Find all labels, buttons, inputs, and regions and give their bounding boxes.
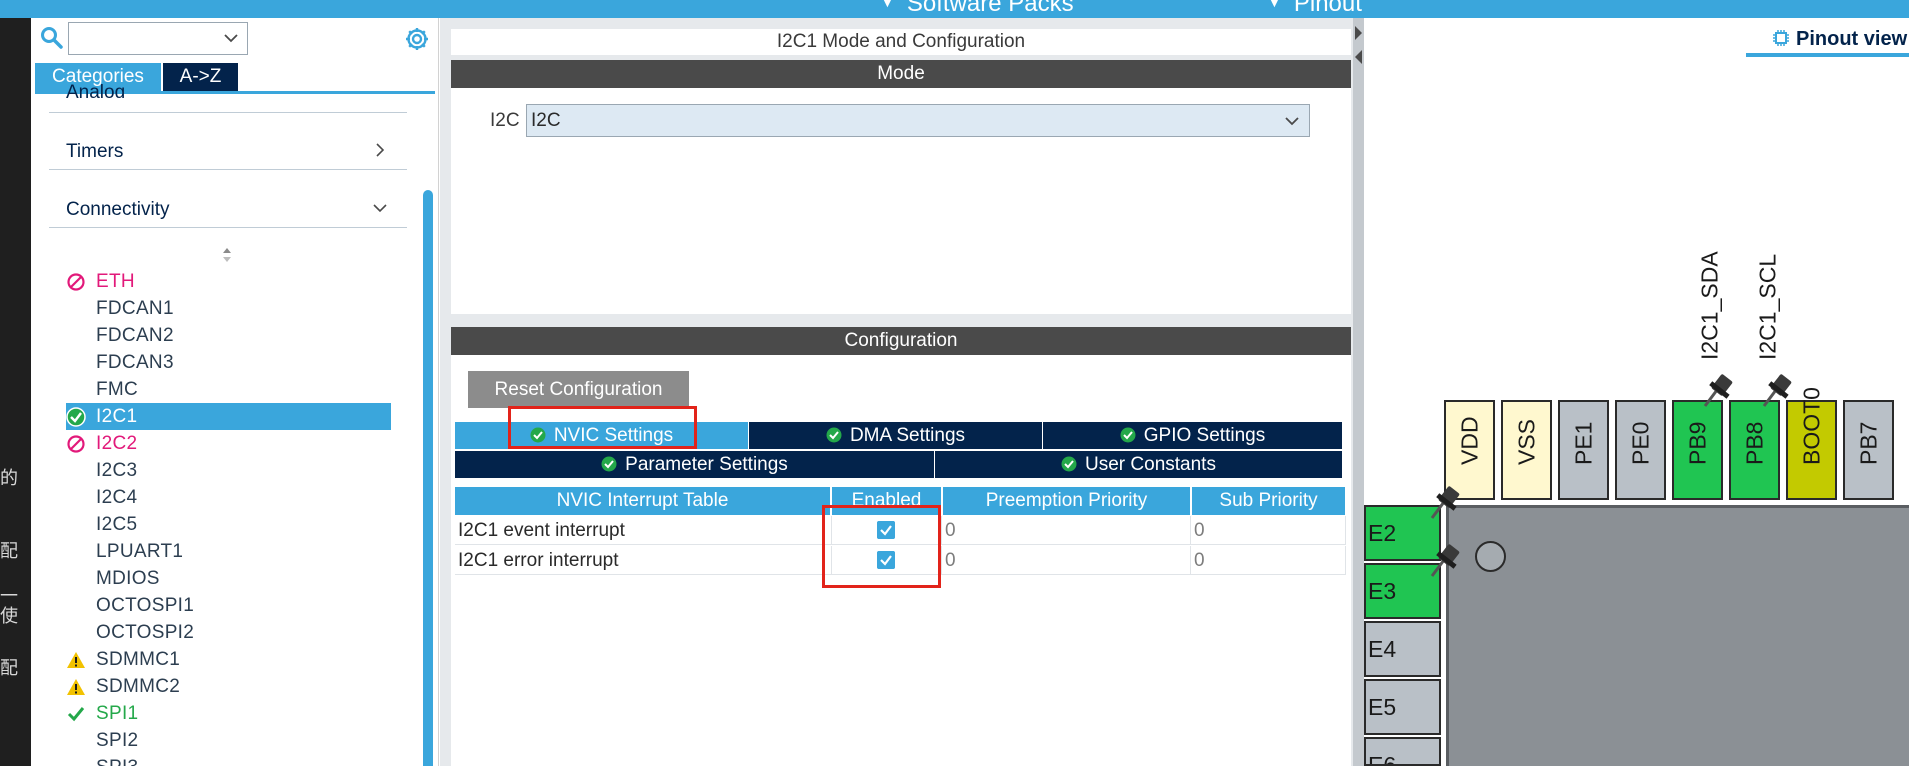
pushpin-icon (1430, 544, 1460, 577)
list-item-sdmmc2[interactable]: SDMMC2 (66, 673, 391, 700)
pin-pe4[interactable]: E4 (1364, 621, 1441, 677)
pushpin-icon (1430, 486, 1460, 519)
reset-configuration-button[interactable]: Reset Configuration (468, 371, 689, 408)
check-icon (67, 707, 85, 722)
column-header-sub-priority[interactable]: Sub Priority (1192, 487, 1345, 515)
list-item-octospi1[interactable]: OCTOSPI1 (66, 592, 391, 619)
check-circle-icon (1061, 456, 1077, 472)
list-item-i2c2[interactable]: I2C2 (66, 430, 391, 457)
menu-pinout[interactable]: ▼ Pinout (1267, 0, 1362, 16)
pin-pb7[interactable]: PB7 (1843, 400, 1894, 500)
background-window-strip (0, 18, 31, 766)
background-text-fragment: 配 (0, 658, 18, 678)
category-label: Timers (66, 141, 124, 162)
list-item-fdcan2[interactable]: FDCAN2 (66, 322, 391, 349)
check-circle-icon (66, 407, 86, 427)
background-text-fragment: 一使 (0, 586, 18, 626)
background-text-fragment: 的 (0, 468, 18, 488)
chevron-down-icon (1285, 117, 1299, 126)
list-item-fmc[interactable]: FMC (66, 376, 391, 403)
table-cell-preemption[interactable]: 0 (942, 546, 1191, 575)
disabled-icon (67, 273, 85, 291)
pin-pe6[interactable]: E6 (1364, 737, 1441, 766)
background-text-fragment: 配 (0, 541, 18, 561)
chip-body (1446, 505, 1909, 766)
pushpin-icon (1703, 374, 1733, 407)
i2c-mode-value: I2C (531, 110, 561, 131)
pin1-marker (1475, 541, 1506, 572)
collapse-left-icon[interactable] (1353, 22, 1364, 44)
mode-header: Mode (451, 60, 1351, 88)
list-item-spi1[interactable]: SPI1 (66, 700, 391, 727)
search-text[interactable] (71, 25, 211, 52)
category-label: Connectivity (66, 199, 170, 220)
category-connectivity[interactable]: Connectivity (49, 170, 407, 228)
check-circle-icon (1120, 427, 1136, 443)
column-header-interrupt[interactable]: NVIC Interrupt Table (455, 487, 830, 515)
tab-parameter-settings[interactable]: Parameter Settings (455, 451, 934, 478)
chevron-down-icon (373, 204, 387, 213)
pinout-view-tab[interactable]: Pinout view (1772, 28, 1907, 56)
warning-icon (67, 679, 85, 695)
category-analog[interactable]: Analog (66, 84, 125, 98)
gear-icon[interactable] (404, 26, 430, 52)
chevron-right-icon (376, 143, 385, 157)
chip-icon (1773, 30, 1789, 46)
list-item-fdcan3[interactable]: FDCAN3 (66, 349, 391, 376)
list-item-lpuart1[interactable]: LPUART1 (66, 538, 391, 565)
sort-icon[interactable] (218, 245, 236, 265)
tab-gpio-settings[interactable]: GPIO Settings (1043, 422, 1342, 449)
pin-pe1[interactable]: PE1 (1558, 400, 1609, 500)
pinout-view-underline (1746, 53, 1909, 57)
pin-vss[interactable]: VSS (1501, 400, 1552, 500)
list-item-sdmmc1[interactable]: SDMMC1 (66, 646, 391, 673)
check-circle-icon (826, 427, 842, 443)
i2c-mode-select[interactable]: I2C (526, 104, 1310, 137)
pin-pe5[interactable]: E5 (1364, 679, 1441, 735)
list-item-i2c3[interactable]: I2C3 (66, 457, 391, 484)
warning-icon (67, 652, 85, 668)
chevron-down-icon: ▼ (1267, 0, 1282, 11)
column-header-preemption[interactable]: Preemption Priority (943, 487, 1190, 515)
list-item-spi3[interactable]: SPI3 (66, 754, 391, 766)
highlight-box (822, 505, 941, 588)
list-item-octospi2[interactable]: OCTOSPI2 (66, 619, 391, 646)
list-item-i2c5[interactable]: I2C5 (66, 511, 391, 538)
tab-dma-settings[interactable]: DMA Settings (749, 422, 1042, 449)
pin-boot0[interactable]: BOOT0 (1786, 387, 1837, 500)
panel-title: I2C1 Mode and Configuration (451, 29, 1351, 55)
chevron-down-icon[interactable] (223, 30, 239, 46)
menu-software-packs[interactable]: ▼ Software Packs (880, 0, 1074, 16)
sidebar-scrollbar[interactable] (423, 190, 433, 766)
table-cell-interrupt-name: I2C1 error interrupt (455, 546, 832, 575)
highlight-box (508, 406, 697, 449)
configuration-header: Configuration (451, 327, 1351, 355)
list-item-eth[interactable]: ETH (66, 268, 391, 295)
table-cell-sub-priority[interactable]: 0 (1191, 516, 1346, 545)
chevron-down-icon: ▼ (880, 0, 895, 11)
panel-splitter[interactable] (1353, 18, 1364, 766)
expand-right-icon[interactable] (1353, 46, 1364, 68)
check-circle-icon (601, 456, 617, 472)
pushpin-icon (1762, 374, 1792, 407)
pin-pe0[interactable]: PE0 (1615, 400, 1666, 500)
disabled-icon (67, 435, 85, 453)
list-item-i2c4[interactable]: I2C4 (66, 484, 391, 511)
pin-pb8[interactable]: PB8 (1729, 400, 1780, 500)
table-cell-sub-priority[interactable]: 0 (1191, 546, 1346, 575)
list-item-mdios[interactable]: MDIOS (66, 565, 391, 592)
search-icon[interactable] (40, 26, 64, 50)
tab-a-to-z[interactable]: A->Z (163, 63, 238, 91)
search-input[interactable] (68, 22, 248, 55)
list-item-fdcan1[interactable]: FDCAN1 (66, 295, 391, 322)
pin-pb9[interactable]: PB9 (1672, 400, 1723, 500)
category-timers[interactable]: Timers (49, 112, 407, 170)
list-item-spi2[interactable]: SPI2 (66, 727, 391, 754)
tab-user-constants[interactable]: User Constants (935, 451, 1342, 478)
list-item-i2c1[interactable]: I2C1 (66, 403, 391, 430)
table-cell-preemption[interactable]: 0 (942, 516, 1191, 545)
i2c-mode-label: I2C (490, 110, 520, 131)
table-cell-interrupt-name: I2C1 event interrupt (455, 516, 832, 545)
